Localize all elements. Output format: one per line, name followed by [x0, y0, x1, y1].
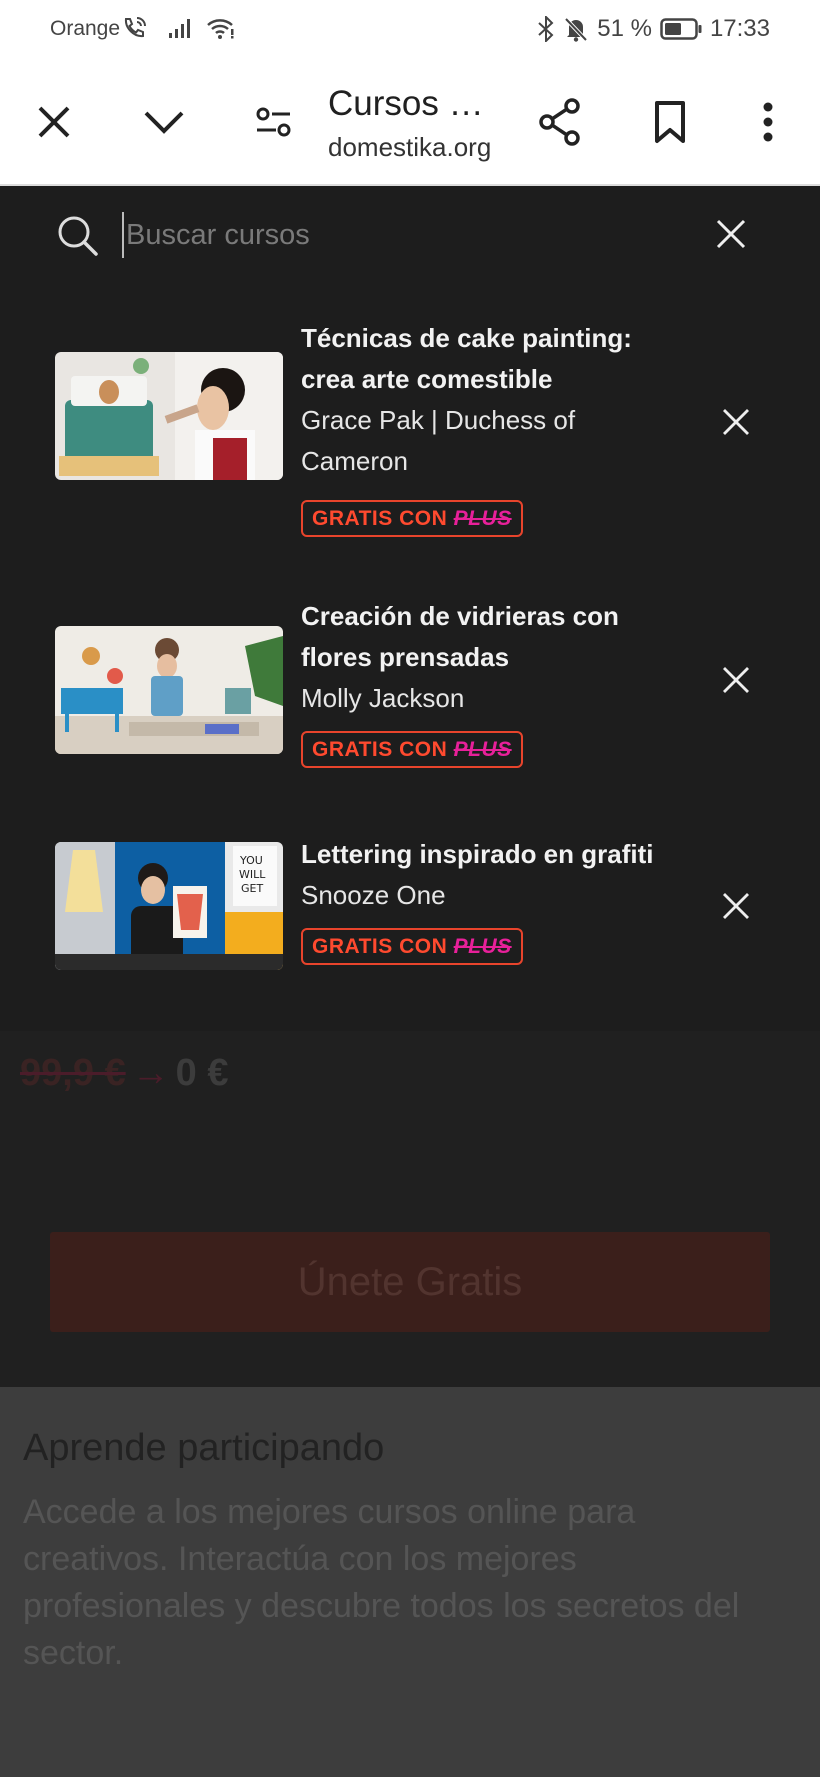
site-settings-icon	[256, 107, 291, 137]
bookmark-icon	[655, 101, 685, 143]
course-title: Técnicas de cake painting: crea arte com…	[301, 323, 632, 394]
course-title: Lettering inspirado en grafiti	[301, 839, 654, 869]
share-icon	[539, 98, 580, 146]
carrier-label: Orange	[50, 17, 121, 40]
search-result-item[interactable]: YOU WILL GET Lettering inspirado en graf…	[0, 834, 820, 994]
course-author: Grace Pak | Duchess of Cameron	[301, 405, 576, 476]
remove-result-icon[interactable]	[722, 408, 750, 436]
course-thumbnail-cake-painting	[55, 352, 283, 480]
page-url: domestika.org	[328, 132, 492, 162]
clock: 17:33	[709, 15, 770, 42]
bluetooth-icon	[538, 16, 554, 42]
svg-text:YOU: YOU	[239, 854, 263, 867]
search-result-item[interactable]: Creación de vidrieras con flores prensad…	[0, 596, 820, 768]
remove-result-icon[interactable]	[722, 666, 750, 694]
page-title: Cursos …	[328, 84, 484, 123]
share-button[interactable]	[534, 96, 586, 148]
battery-percent: 51 %	[597, 15, 652, 42]
learn-section: Aprende participando Accede a los mejore…	[0, 1387, 820, 1777]
custom-tab-toolbar: Cursos … domestika.org	[0, 58, 820, 186]
svg-text:WILL: WILL	[239, 868, 266, 881]
bell-muted-icon	[564, 17, 588, 42]
course-thumbnail-stained-glass	[55, 626, 283, 754]
section-heading: Aprende participando	[23, 1427, 385, 1469]
site-settings-button[interactable]	[248, 96, 300, 148]
clear-search-icon[interactable]	[715, 218, 747, 250]
course-thumbnail-lettering: YOU WILL GET	[55, 842, 283, 970]
search-panel: Técnicas de cake painting: crea arte com…	[0, 186, 820, 1031]
more-vert-icon	[763, 102, 773, 142]
old-price: 99,9 €	[20, 1052, 126, 1094]
free-with-plus-badge: GRATIS CON PLUS	[301, 500, 523, 537]
search-result-item[interactable]: Técnicas de cake painting: crea arte com…	[0, 318, 820, 538]
course-author: Snooze One	[301, 880, 446, 910]
minimize-button[interactable]	[138, 96, 190, 148]
free-with-plus-badge: GRATIS CON PLUS	[301, 731, 523, 768]
course-author: Molly Jackson	[301, 683, 465, 713]
new-price: 0 €	[175, 1052, 229, 1094]
search-icon	[58, 216, 98, 256]
search-input[interactable]	[122, 212, 682, 258]
chevron-down-icon	[144, 111, 184, 134]
signal-icon	[169, 19, 190, 38]
close-icon	[38, 106, 70, 138]
battery-icon	[660, 18, 702, 40]
close-tab-button[interactable]	[28, 96, 80, 148]
section-text: Accede a los mejores cursos online para …	[23, 1493, 740, 1672]
wifi-icon	[207, 19, 234, 39]
price-comparison: 99,9 € → 0 €	[20, 1052, 228, 1095]
remove-result-icon[interactable]	[722, 892, 750, 920]
more-menu-button[interactable]	[742, 96, 794, 148]
join-free-button[interactable]: Únete Gratis	[50, 1232, 770, 1332]
bookmark-button[interactable]	[644, 96, 696, 148]
free-with-plus-badge: GRATIS CON PLUS	[301, 928, 523, 965]
price-arrow: →	[131, 1052, 170, 1094]
status-bar: Orange 51 % 17:33	[0, 0, 820, 58]
search-bar	[0, 186, 820, 286]
course-title: Creación de vidrieras con flores prensad…	[301, 601, 619, 672]
svg-text:GET: GET	[241, 882, 263, 895]
wifi-call-icon	[124, 17, 146, 38]
